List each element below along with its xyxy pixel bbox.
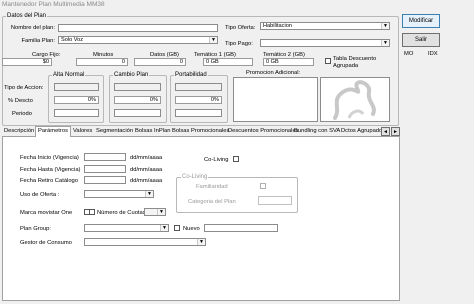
pct-descto-label: % Descto: [8, 98, 33, 104]
categoria-plan-label: Categoria del Plan: [188, 199, 236, 205]
plan-graphic-icon: [333, 80, 376, 120]
tab-scroll-left-button[interactable]: ◄: [381, 127, 390, 136]
tipo-oferta-value: Habilitacion: [263, 23, 292, 29]
idx-label: IDX: [428, 51, 438, 57]
plan-group-label: Plan Group:: [20, 226, 51, 232]
chevron-down-icon[interactable]: ▼: [381, 23, 389, 29]
fecha-hasta-label: Fecha Hasta (Vigencia): [20, 167, 81, 173]
nombre-plan-input[interactable]: [58, 24, 218, 32]
numero-cuotas-select[interactable]: ▼: [144, 208, 166, 216]
tab-descripcion[interactable]: Descripción: [2, 127, 36, 136]
minutos-field: 0: [76, 58, 128, 66]
tab-valores[interactable]: Valores: [71, 127, 94, 136]
co-living-checkbox[interactable]: [233, 156, 239, 162]
chevron-down-icon[interactable]: ▼: [209, 37, 217, 43]
nombre-plan-label: Nombre del plan:: [10, 25, 55, 31]
numero-cuotas-checkbox[interactable]: [89, 209, 95, 215]
familia-plan-value: Solo Voz: [61, 37, 84, 43]
datos-plan-group-label: Datos del Plan: [6, 13, 48, 19]
nuevo-checkbox[interactable]: [174, 225, 180, 231]
alta-normal-label: Alta Normal: [52, 72, 86, 78]
chevron-down-icon[interactable]: ▼: [197, 239, 205, 245]
numero-cuotas-label: Número de Cuotas: [97, 210, 146, 216]
fecha-retiro-format: dd/mm/aaaa: [130, 178, 163, 184]
alta-tipo-accion-field: [54, 83, 99, 91]
alta-periodo-field: [54, 109, 99, 117]
tabla-descuento-checkbox[interactable]: [325, 58, 331, 64]
porta-periodo-field: [175, 109, 222, 117]
fecha-retiro-input[interactable]: [84, 176, 126, 184]
porta-pct-field: 0%: [175, 96, 222, 104]
window-title: Mantenedor Plan Multimedia MM38: [2, 1, 105, 8]
tab-bolsas-promocionales[interactable]: Bolsas Promocionales: [170, 127, 231, 136]
co-living-group-label: Co-Living: [181, 174, 209, 180]
datos-gb-field: 0: [134, 58, 186, 66]
uso-oferta-select[interactable]: ▼: [84, 190, 154, 198]
tematico2-field: 0 GB: [263, 58, 314, 66]
cambio-periodo-field: [114, 109, 161, 117]
tab-bolsas-inplan[interactable]: Bolsas InPlan: [133, 127, 172, 136]
marca-movistar-label: Marca movistar One: [20, 210, 73, 216]
fecha-retiro-label: Fecha Retiro Catálogo: [20, 178, 79, 184]
promocion-adicional-label: Promocion Adicional:: [246, 70, 301, 76]
fecha-inicio-label: Fecha Inicio (Vigencia): [20, 155, 79, 161]
tipo-oferta-label: Tipo Oferta:: [225, 25, 256, 31]
tipo-accion-label: Tipo de Accion:: [4, 85, 44, 91]
tipo-pago-select[interactable]: ▼: [260, 39, 390, 47]
tab-segmentacion[interactable]: Segmentación: [94, 127, 135, 136]
tabla-descuento-label: Tabla Descuento Agrupada: [333, 56, 377, 69]
categoria-plan-input: [258, 196, 292, 205]
nuevo-plan-group-input[interactable]: [204, 224, 278, 232]
tab-parametros[interactable]: Parámetros: [35, 126, 71, 137]
co-living-label: Co-Living: [204, 157, 229, 163]
cambio-tipo-accion-field: [114, 83, 161, 91]
familiaridad-label: Familiaridad: [196, 184, 228, 190]
chevron-down-icon[interactable]: ▼: [160, 225, 168, 231]
chevron-down-icon[interactable]: ▼: [145, 191, 153, 197]
parametros-panel: [2, 137, 400, 301]
co-living-group: [176, 177, 298, 213]
tab-dctos-agrupado[interactable]: Dctos Agrupado: [339, 127, 384, 136]
modificar-button[interactable]: Modificar: [402, 14, 440, 28]
tab-scroll-right-button[interactable]: ►: [391, 127, 400, 136]
porta-tipo-accion-field: [175, 83, 222, 91]
salir-button[interactable]: Salir: [402, 33, 440, 47]
fecha-inicio-format: dd/mm/aaaa: [130, 155, 163, 161]
fecha-hasta-format: dd/mm/aaaa: [130, 167, 163, 173]
tematico1-field: 0 GB: [203, 58, 253, 66]
tab-bundling-sva[interactable]: Bundling con SVA: [292, 127, 342, 136]
familia-plan-label: Familia Plan:: [21, 38, 55, 44]
periodo-label: Periodo: [12, 111, 32, 117]
cargo-fijo-field: $0: [2, 58, 52, 66]
chevron-down-icon[interactable]: ▼: [157, 209, 165, 215]
nuevo-label: Nuevo: [183, 226, 200, 232]
portabilidad-label: Portabilidad: [174, 72, 208, 78]
tab-strip: Descripción Parámetros Valores Segmentac…: [2, 126, 400, 137]
uso-oferta-label: Uso de Oferta :: [20, 192, 60, 198]
gestor-consumo-label: Gestor de Consumo: [20, 240, 72, 246]
plan-group-select[interactable]: ▼: [84, 224, 169, 232]
gestor-consumo-select[interactable]: ▼: [84, 238, 206, 246]
tab-descuentos-promocionales[interactable]: Descuentos Promocionales: [226, 127, 301, 136]
chevron-down-icon[interactable]: ▼: [381, 40, 389, 46]
alta-pct-field: 0%: [54, 96, 99, 104]
tipo-oferta-select[interactable]: Habilitacion ▼: [260, 22, 390, 30]
familiaridad-checkbox: [260, 183, 266, 189]
mo-label: MO: [404, 51, 414, 57]
promocion-adicional-list[interactable]: [233, 77, 318, 122]
fecha-hasta-input[interactable]: [84, 165, 126, 173]
fecha-inicio-input[interactable]: [84, 153, 126, 161]
cambio-pct-field: 0%: [114, 96, 161, 104]
familia-plan-select[interactable]: Solo Voz ▼: [58, 36, 218, 44]
tipo-pago-label: Tipo Pago:: [225, 41, 253, 47]
plan-image: [320, 77, 390, 122]
cambio-plan-label: Cambio Plan: [113, 72, 150, 78]
